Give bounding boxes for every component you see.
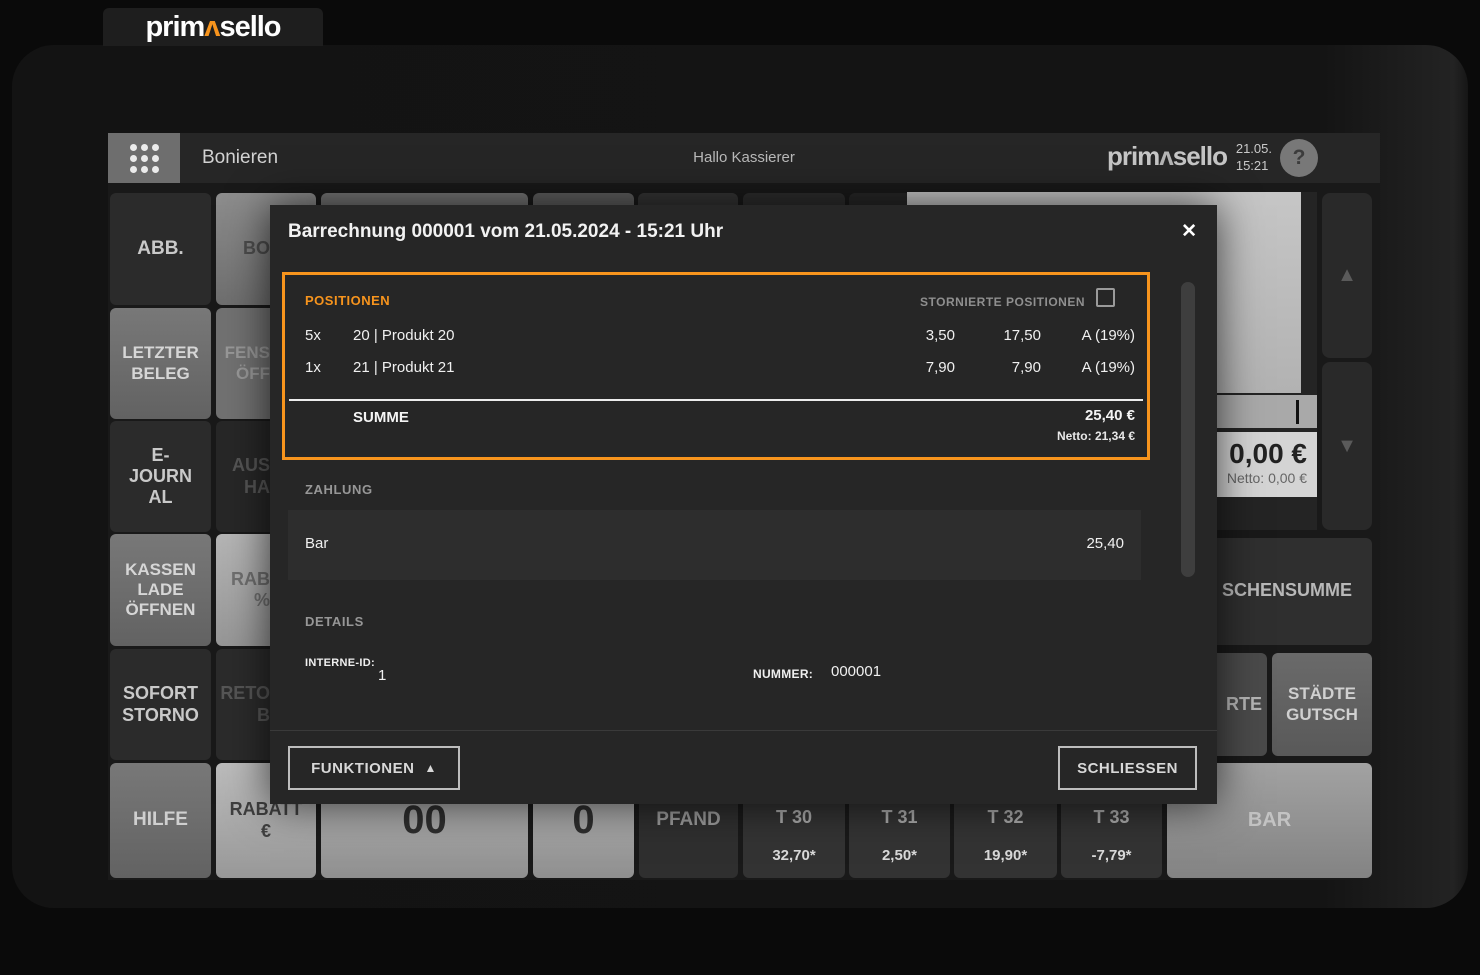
hilfe-button[interactable]: HILFE <box>110 763 211 878</box>
up-arrow-icon: ▲ <box>1337 264 1357 287</box>
staedte-gutsch-button[interactable]: STÄDTE GUTSCH <box>1272 653 1372 756</box>
letzter-beleg-button[interactable]: LETZTER BELEG <box>110 308 211 419</box>
table-name: T 30 <box>743 807 845 828</box>
position-price: 3,50 <box>873 327 955 349</box>
position-qty: 5x <box>305 327 353 349</box>
brand-logo-part1: prim <box>145 11 204 43</box>
karte-label: RTE <box>1226 694 1262 715</box>
zahlung-heading: ZAHLUNG <box>305 482 373 497</box>
table-amount: 19,90* <box>954 847 1057 865</box>
table-name: T 31 <box>849 807 950 828</box>
position-name: 20 | Produkt 20 <box>353 327 873 349</box>
position-price: 7,90 <box>873 359 955 381</box>
details-heading: DETAILS <box>305 614 364 629</box>
table-amount: 2,50* <box>849 847 950 865</box>
header-logo-caret: ʌ <box>1159 141 1172 171</box>
nummer-label: NUMMER: <box>753 665 813 683</box>
kassenlade-oeffnen-button[interactable]: KASSENLADE ÖFFNEN <box>110 534 211 646</box>
help-button[interactable]: ? <box>1280 139 1318 177</box>
text-cursor <box>1296 400 1299 424</box>
position-qty: 1x <box>305 359 353 381</box>
header-logo: primʌsello <box>1107 141 1227 172</box>
brand-logo-caret: ʌ <box>204 11 219 43</box>
screen: primʌsello Bonieren Hallo Kassierer prim… <box>0 0 1480 975</box>
stornierte-positionen-checkbox[interactable] <box>1096 288 1115 307</box>
payment-row: Bar 25,40 <box>288 510 1141 580</box>
sofort-storno-button[interactable]: SOFORT STORNO <box>110 649 211 760</box>
positions-heading: POSITIONEN <box>305 293 390 308</box>
header-bar: Bonieren Hallo Kassierer primʌsello 21.0… <box>108 133 1380 183</box>
staedte-gutsch-label: STÄDTE GUTSCH <box>1272 684 1372 725</box>
funktionen-label: FUNKTIONEN <box>311 760 414 777</box>
position-tax: A (19%) <box>1041 359 1135 381</box>
abb-button[interactable]: ABB. <box>110 193 211 305</box>
table-name: T 33 <box>1061 807 1162 828</box>
summe-netto: Netto: 21,34 € <box>1057 429 1135 443</box>
position-row: 1x 21 | Produkt 21 7,90 7,90 A (19%) <box>305 359 1135 381</box>
brand-logo: primʌsello <box>145 11 280 44</box>
summe-separator <box>289 399 1143 401</box>
scroll-up-button[interactable]: ▲ <box>1322 193 1372 358</box>
modal-footer: FUNKTIONEN ▲ SCHLIESSEN <box>270 730 1217 804</box>
modal-scrollbar-thumb[interactable] <box>1181 282 1195 577</box>
summe-label: SUMME <box>353 409 409 426</box>
summe-value: 25,40 € <box>1085 407 1135 424</box>
position-row: 5x 20 | Produkt 20 3,50 17,50 A (19%) <box>305 327 1135 349</box>
funktionen-button[interactable]: FUNKTIONEN ▲ <box>288 746 460 790</box>
time-label: 15:21 <box>1236 158 1272 175</box>
date-label: 21.05. <box>1236 141 1272 158</box>
position-tax: A (19%) <box>1041 327 1135 349</box>
brand-logo-part2: sello <box>219 11 280 43</box>
table-name: T 32 <box>954 807 1057 828</box>
payment-method: Bar <box>305 535 328 552</box>
position-total: 7,90 <box>955 359 1041 381</box>
receipt-detail-modal: Barrechnung 000001 vom 21.05.2024 - 15:2… <box>270 205 1217 804</box>
brand-tab: primʌsello <box>103 8 323 46</box>
bar-label: BAR <box>1248 809 1291 832</box>
positions-box: POSITIONEN STORNIERTE POSITIONEN 5x 20 |… <box>282 272 1150 460</box>
interne-id-label: INTERNE-ID: <box>305 655 380 672</box>
e-journal-button[interactable]: E-JOURNAL <box>110 421 211 532</box>
nummer-value: 000001 <box>831 663 881 680</box>
payment-amount: 25,40 <box>1086 535 1124 552</box>
position-total: 17,50 <box>955 327 1041 349</box>
table-amount: -7,79* <box>1061 847 1162 865</box>
close-icon[interactable]: ✕ <box>1181 220 1197 243</box>
schliessen-label: SCHLIESSEN <box>1077 760 1178 777</box>
position-name: 21 | Produkt 21 <box>353 359 873 381</box>
stornierte-positionen-label: STORNIERTE POSITIONEN <box>920 295 1085 309</box>
zwischensumme-label: SCHENSUMME <box>1222 580 1352 601</box>
modal-title: Barrechnung 000001 vom 21.05.2024 - 15:2… <box>288 221 723 243</box>
down-arrow-icon: ▼ <box>1337 435 1357 458</box>
schliessen-button[interactable]: SCHLIESSEN <box>1058 746 1197 790</box>
scroll-down-button[interactable]: ▼ <box>1322 362 1372 530</box>
up-arrow-icon: ▲ <box>424 761 436 775</box>
datetime: 21.05. 15:21 <box>1236 141 1272 175</box>
interne-id-value: 1 <box>378 667 386 684</box>
table-amount: 32,70* <box>743 847 845 865</box>
